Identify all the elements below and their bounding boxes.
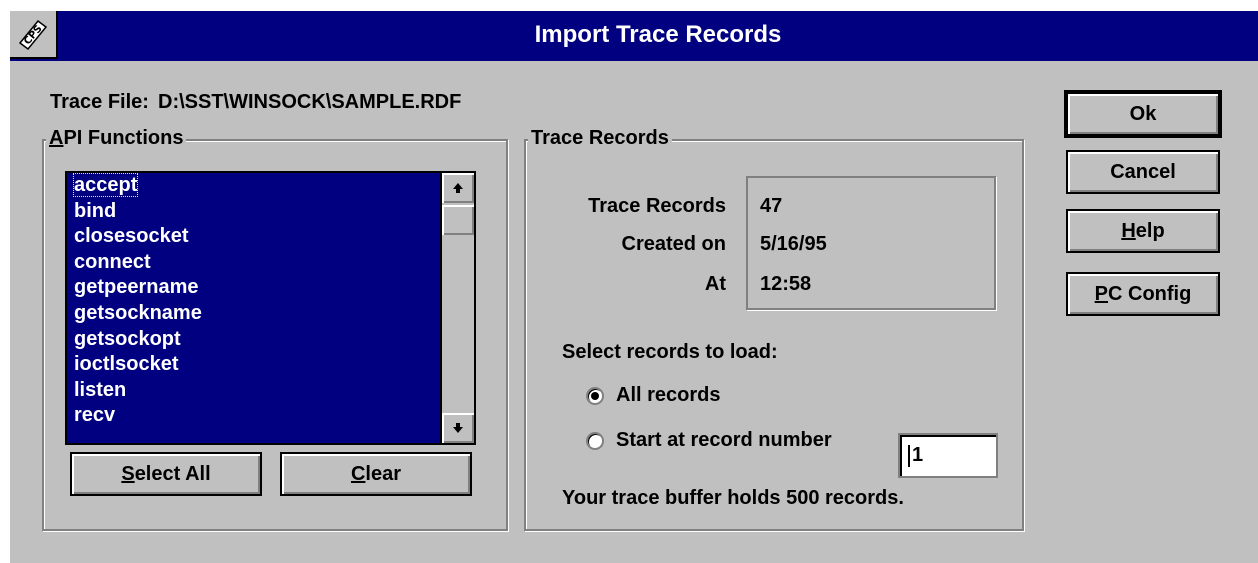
start-record-number-input[interactable]: 1	[898, 433, 998, 478]
all-records-label[interactable]: All records	[616, 384, 720, 407]
cancel-button[interactable]: Cancel	[1066, 150, 1220, 194]
created-at-label: At	[704, 273, 726, 295]
radio-selected-dot	[591, 392, 599, 400]
cps-app-icon: CPS	[16, 17, 50, 51]
buffer-capacity-note: Your trace buffer holds 500 records.	[562, 487, 904, 509]
pc-config-button[interactable]: PC Config	[1066, 272, 1220, 316]
created-on-label: Created on	[621, 233, 726, 255]
arrow-up-icon	[453, 183, 463, 193]
start-at-record-radio[interactable]	[586, 432, 604, 450]
trace-file-label: Trace File:	[50, 91, 149, 113]
list-item[interactable]: closesocket	[67, 224, 437, 250]
list-item-label: recv	[74, 404, 116, 427]
trace-records-count-value: 47	[760, 195, 783, 217]
list-item-label: getpeername	[74, 276, 199, 299]
list-item[interactable]: getpeername	[67, 275, 437, 301]
list-item[interactable]: bind	[67, 199, 437, 225]
list-item-label: connect	[74, 250, 151, 273]
trace-records-count-label: Trace Records	[588, 195, 726, 217]
list-item[interactable]: recv	[67, 403, 437, 429]
list-item-label: getsockopt	[74, 327, 181, 350]
import-trace-dialog: CPS Import Trace Records Trace File: D:\…	[8, 9, 1258, 563]
api-functions-listbox[interactable]: accept bind closesocket connect getpeername g…	[65, 171, 476, 445]
list-item-label: listen	[74, 378, 127, 401]
list-item-label: closesocket	[74, 225, 189, 248]
list-item-label: bind	[74, 199, 117, 222]
all-records-radio[interactable]	[586, 387, 604, 405]
select-all-button[interactable]: Select All	[70, 452, 262, 496]
text-caret	[908, 444, 910, 467]
trace-file-path: D:\SST\WINSOCK\SAMPLE.RDF	[158, 91, 462, 113]
list-item[interactable]: getsockname	[67, 301, 437, 327]
title-bar[interactable]: CPS Import Trace Records	[10, 11, 1258, 61]
created-at-value: 12:58	[760, 273, 812, 295]
scroll-up-button[interactable]	[442, 173, 474, 203]
window-title: Import Trace Records	[534, 21, 782, 48]
list-item[interactable]: ioctlsocket	[67, 352, 437, 378]
clear-button[interactable]: Clear	[280, 452, 472, 496]
select-records-prompt: Select records to load:	[562, 341, 778, 363]
list-item-label: accept	[72, 173, 139, 197]
api-functions-items: accept bind closesocket connect getpeername g…	[67, 173, 437, 429]
list-item[interactable]: connect	[67, 250, 437, 276]
help-button[interactable]: Help	[1066, 209, 1220, 253]
trace-records-group-title: Trace Records	[528, 127, 672, 150]
start-at-record-label[interactable]: Start at record number	[616, 429, 832, 452]
scroll-thumb[interactable]	[442, 205, 474, 235]
api-functions-group-title: API Functions	[46, 127, 187, 150]
list-item-label: getsockname	[74, 301, 202, 324]
list-item[interactable]: accept	[67, 173, 437, 199]
scroll-down-button[interactable]	[442, 413, 474, 443]
arrow-down-icon	[453, 423, 463, 433]
list-item[interactable]: listen	[67, 378, 437, 404]
ok-button[interactable]: Ok	[1064, 90, 1222, 138]
created-on-value: 5/16/95	[760, 233, 827, 255]
list-item[interactable]: getsockopt	[67, 327, 437, 353]
vertical-scrollbar[interactable]	[440, 173, 474, 443]
system-menu-button[interactable]: CPS	[10, 11, 58, 59]
list-item-label: ioctlsocket	[74, 353, 179, 376]
